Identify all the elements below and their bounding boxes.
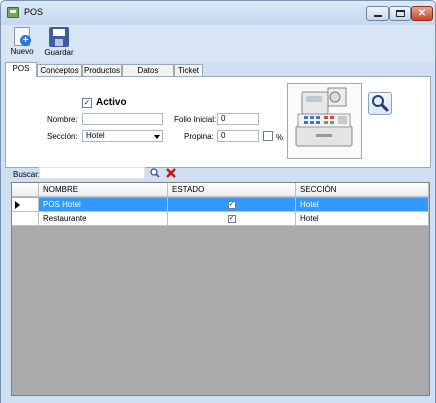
nuevo-button[interactable]: Nuevo bbox=[9, 27, 35, 56]
folio-label: Folio Inicial: bbox=[174, 115, 217, 124]
cell-nombre[interactable]: POS Hotel bbox=[39, 198, 168, 212]
estado-checkbox[interactable]: ✓ bbox=[227, 201, 236, 209]
red-x-icon bbox=[166, 168, 176, 178]
activo-label: Activo bbox=[96, 97, 127, 108]
clear-search-button[interactable] bbox=[165, 167, 177, 179]
new-document-icon bbox=[14, 27, 31, 46]
table-row[interactable]: Restaurante ✓ Hotel bbox=[12, 212, 429, 226]
row-header-corner bbox=[12, 183, 39, 197]
grid-header: NOMBRE ESTADO SECCIÓN bbox=[12, 183, 429, 197]
nuevo-label: Nuevo bbox=[10, 47, 34, 56]
photo-search-button[interactable] bbox=[368, 92, 392, 115]
pos-grid[interactable]: NOMBRE ESTADO SECCIÓN POS Hotel ✓ Hotel … bbox=[11, 182, 430, 396]
minimize-button[interactable] bbox=[366, 6, 389, 21]
seccion-value: Hotel bbox=[86, 131, 105, 140]
nombre-label: Nombre: bbox=[47, 115, 78, 124]
propina-percent-checkbox[interactable] bbox=[263, 131, 273, 141]
buscar-label: Buscar: bbox=[13, 170, 41, 179]
search-button[interactable] bbox=[149, 167, 161, 179]
tab-pos[interactable]: POS bbox=[5, 62, 37, 77]
cell-estado[interactable]: ✓ bbox=[168, 198, 296, 212]
table-row[interactable]: POS Hotel ✓ Hotel bbox=[12, 198, 429, 212]
row-pointer-icon bbox=[12, 198, 39, 212]
minimize-icon bbox=[374, 15, 382, 17]
activo-checkbox[interactable]: ✓ bbox=[82, 98, 92, 108]
cell-estado[interactable]: ✓ bbox=[168, 212, 296, 226]
cash-register-image bbox=[287, 83, 362, 159]
nombre-field[interactable] bbox=[82, 113, 163, 125]
title-bar[interactable]: POS ✕ bbox=[1, 1, 435, 25]
guardar-label: Guardar bbox=[44, 48, 74, 57]
cell-seccion[interactable]: Hotel bbox=[296, 198, 429, 212]
col-header-estado[interactable]: ESTADO bbox=[168, 183, 296, 197]
close-icon: ✕ bbox=[417, 8, 427, 19]
buscar-field[interactable] bbox=[39, 167, 145, 179]
cell-nombre[interactable]: Restaurante bbox=[39, 212, 168, 226]
toolbar: Nuevo Guardar bbox=[1, 25, 435, 61]
maximize-button[interactable] bbox=[389, 6, 411, 21]
seccion-label: Sección: bbox=[47, 132, 78, 141]
percent-label: % bbox=[276, 133, 284, 142]
magnifier-icon bbox=[372, 95, 389, 112]
window-title: POS bbox=[24, 7, 44, 17]
pos-window: POS ✕ Nuevo Guardar POS Conceptos Produc… bbox=[0, 0, 436, 403]
magnifier-icon bbox=[150, 168, 160, 178]
col-header-seccion[interactable]: SECCIÓN bbox=[296, 183, 429, 197]
row-header bbox=[12, 212, 39, 226]
seccion-select[interactable]: Hotel bbox=[82, 130, 163, 142]
propina-label: Propina: bbox=[184, 132, 214, 141]
chevron-down-icon bbox=[154, 135, 160, 139]
close-button[interactable]: ✕ bbox=[411, 6, 433, 21]
window-bottom-frame bbox=[1, 397, 435, 403]
pos-app-icon bbox=[7, 7, 19, 18]
folio-field[interactable]: 0 bbox=[217, 113, 259, 125]
maximize-icon bbox=[396, 10, 405, 17]
propina-field[interactable]: 0 bbox=[217, 130, 259, 142]
col-header-nombre[interactable]: NOMBRE bbox=[39, 183, 168, 197]
estado-checkbox[interactable]: ✓ bbox=[227, 215, 236, 223]
save-icon bbox=[49, 27, 69, 47]
guardar-button[interactable]: Guardar bbox=[42, 27, 76, 57]
cell-seccion[interactable]: Hotel bbox=[296, 212, 429, 226]
